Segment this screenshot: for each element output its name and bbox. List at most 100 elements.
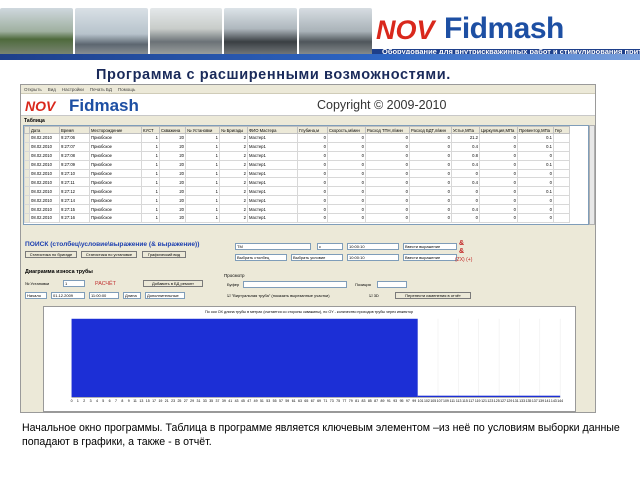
second-condition-select[interactable]: Выбрать условие: [291, 254, 343, 261]
table-cell: 0: [297, 168, 328, 179]
table-cell: 08.02.2010: [29, 168, 60, 179]
graph-view-button[interactable]: Графический вид: [142, 251, 186, 258]
table-column-header[interactable]: КУСТ: [141, 126, 160, 134]
transfer-to-report-button[interactable]: Перенести изменения в отчёт: [395, 292, 471, 299]
add-to-db-button[interactable]: Добавить в БД ремонт: [143, 280, 203, 287]
pipe-length-select[interactable]: Длина: [123, 292, 141, 299]
table-cell: 1: [141, 133, 160, 143]
stat-brigade-button[interactable]: Статистика по бригаде: [25, 251, 77, 258]
table-cell: 2: [219, 141, 248, 152]
menu-item-help[interactable]: Помощь: [118, 85, 135, 93]
table-label: Таблица: [24, 118, 45, 124]
table-vertical-scrollbar[interactable]: [589, 125, 595, 225]
table-row[interactable]: 08.02.2010 9:27:07 Приобское 1 20 1 2 Мастер1 0 0…: [24, 141, 570, 152]
menu-item-view[interactable]: Вид: [48, 85, 56, 93]
table-column-header[interactable]: № Установки: [185, 126, 220, 134]
table-column-header[interactable]: ФИО Мастера: [247, 126, 298, 134]
table-cell: 0: [451, 186, 480, 197]
second-column-select[interactable]: Выбрать столбец: [235, 254, 287, 261]
table-column-header[interactable]: Устье,МПа: [451, 126, 480, 134]
header-band: [0, 54, 640, 60]
table-column-header[interactable]: Скважина: [159, 126, 186, 134]
table-cell: 20: [159, 168, 186, 179]
view-group-label: Просмотр: [224, 273, 245, 278]
table-row[interactable]: 08.02.2010 9:27:14 Приобское 1 20 1 2 Мастер1 0 0…: [24, 195, 570, 206]
table-row[interactable]: 08.02.2010 9:27:12 Приобское 1 20 1 2 Мастер1 0 0…: [24, 186, 570, 197]
table-column-header[interactable]: Месторождение: [89, 126, 142, 134]
table-row[interactable]: 08.02.2010 9:27:16 Приобское 1 20 1 2 Мастер1 0 0…: [24, 213, 570, 223]
pipe-kind-select[interactable]: Дополнительные: [145, 292, 185, 299]
table-row[interactable]: 08.02.2010 9:27:08 Приобское 1 20 1 2 Мастер1 0 0…: [24, 150, 570, 161]
chart-x-tick-label: 13: [139, 399, 143, 403]
table-cell: Мастер1: [247, 177, 298, 188]
table-row[interactable]: 08.02.2010 9:27:06 Приобское 1 20 1 2 Мастер1 0 0…: [24, 133, 570, 143]
search-column-select[interactable]: ТМ: [235, 243, 311, 250]
pipe-time-field[interactable]: 11:00:00: [89, 292, 119, 299]
chart-x-tick-label: 75: [336, 399, 340, 403]
data-table[interactable]: Дата Время Месторождение КУСТ Скважина № Уста…: [23, 125, 589, 225]
table-cell: 0: [409, 141, 452, 152]
3d-checkbox[interactable]: ☑ 3D: [369, 293, 379, 298]
table-column-header[interactable]: Циркуляция,МПа: [479, 126, 518, 134]
chart-x-tick-label: 8: [121, 399, 123, 403]
table-cell: 0: [365, 159, 410, 170]
table-cell: Мастер1: [247, 168, 298, 179]
search-expression-field[interactable]: Ввести выражение: [403, 243, 457, 250]
table-column-header[interactable]: Превентор,МПа: [517, 126, 554, 134]
pipe-date-field[interactable]: 01.12.2009: [51, 292, 85, 299]
table-cell: 1: [141, 195, 160, 206]
table-row[interactable]: 08.02.2010 9:27:15 Приобское 1 20 1 2 Мастер1 0 0…: [24, 204, 570, 215]
table-cell: 0: [297, 150, 328, 161]
table-cell: 1: [141, 186, 160, 197]
table-row[interactable]: 08.02.2010 9:27:11 Приобское 1 20 1 2 Мастер1 0 0…: [24, 177, 570, 188]
table-cell: 9:27:12: [59, 186, 90, 197]
table-column-header[interactable]: Расход ТПН,л/мин: [365, 126, 410, 134]
chart-x-tick-label: 27: [184, 399, 188, 403]
pipe-start-label: Начало: [25, 292, 47, 299]
chart-x-tick-label: 6: [109, 399, 111, 403]
second-expression-field[interactable]: Ввести выражение: [403, 254, 457, 261]
chart-x-tick-label: 55: [273, 399, 277, 403]
chart-x-tick-label: 25: [177, 399, 181, 403]
position-field[interactable]: [377, 281, 407, 288]
chart-x-tick-label: 101: [418, 399, 424, 403]
and-operator-label-2: &: [459, 248, 465, 255]
unit-number-select[interactable]: 1: [63, 280, 85, 287]
header-photo-strip: [0, 8, 372, 60]
table-cell: 9:27:09: [59, 159, 90, 170]
table-cell: 1: [185, 213, 220, 223]
chart-x-tick-label: 133: [519, 399, 525, 403]
chart-x-tick-label: 29: [190, 399, 194, 403]
table-cell: Мастер1: [247, 159, 298, 170]
chart-x-tick-label: 5: [102, 399, 104, 403]
chart-x-tick-label: 43: [235, 399, 239, 403]
table-cell: 0: [409, 186, 452, 197]
virtual-pipe-checkbox[interactable]: ☑ "Виртуальная труба" (показать вырезанн…: [227, 293, 330, 298]
table-column-header[interactable]: № Бригады: [219, 126, 248, 134]
menu-item-print[interactable]: Печать БД: [90, 85, 112, 93]
menu-item-settings[interactable]: Настройки: [62, 85, 84, 93]
table-cell: 0: [365, 195, 410, 206]
table-column-header[interactable]: Глубина,м: [297, 126, 328, 134]
stat-unit-button[interactable]: Статистика по установке: [81, 251, 137, 258]
second-value-field[interactable]: 10:00:10: [347, 254, 399, 261]
table-row[interactable]: 08.02.2010 9:27:09 Приобское 1 20 1 2 Мастер1 0 0…: [24, 159, 570, 170]
search-condition-select[interactable]: с: [317, 243, 343, 250]
table-column-header[interactable]: Гер: [553, 126, 570, 134]
table-cell: [553, 186, 570, 197]
unit-number-label: № Установки: [25, 281, 50, 286]
search-value-field[interactable]: 10:00:10: [347, 243, 399, 250]
table-column-header[interactable]: Скорость,м/мин: [327, 126, 366, 134]
zx-label: (ZX) (+): [455, 257, 473, 263]
table-column-header[interactable]: Дата: [29, 126, 60, 134]
menu-item-open[interactable]: Открыть: [24, 85, 42, 93]
table-cell: 0: [327, 177, 366, 188]
table-row[interactable]: 08.02.2010 9:27:10 Приобское 1 20 1 2 Мастер1 0 0…: [24, 168, 570, 179]
chart-x-tick-label: 33: [203, 399, 207, 403]
table-cell: 0: [297, 204, 328, 215]
table-column-header[interactable]: Расход БДТ,л/мин: [409, 126, 452, 134]
buffer-select[interactable]: [243, 281, 347, 288]
table-cell: 0: [409, 159, 452, 170]
table-cell: 0: [517, 204, 554, 215]
table-column-header[interactable]: Время: [59, 126, 90, 134]
